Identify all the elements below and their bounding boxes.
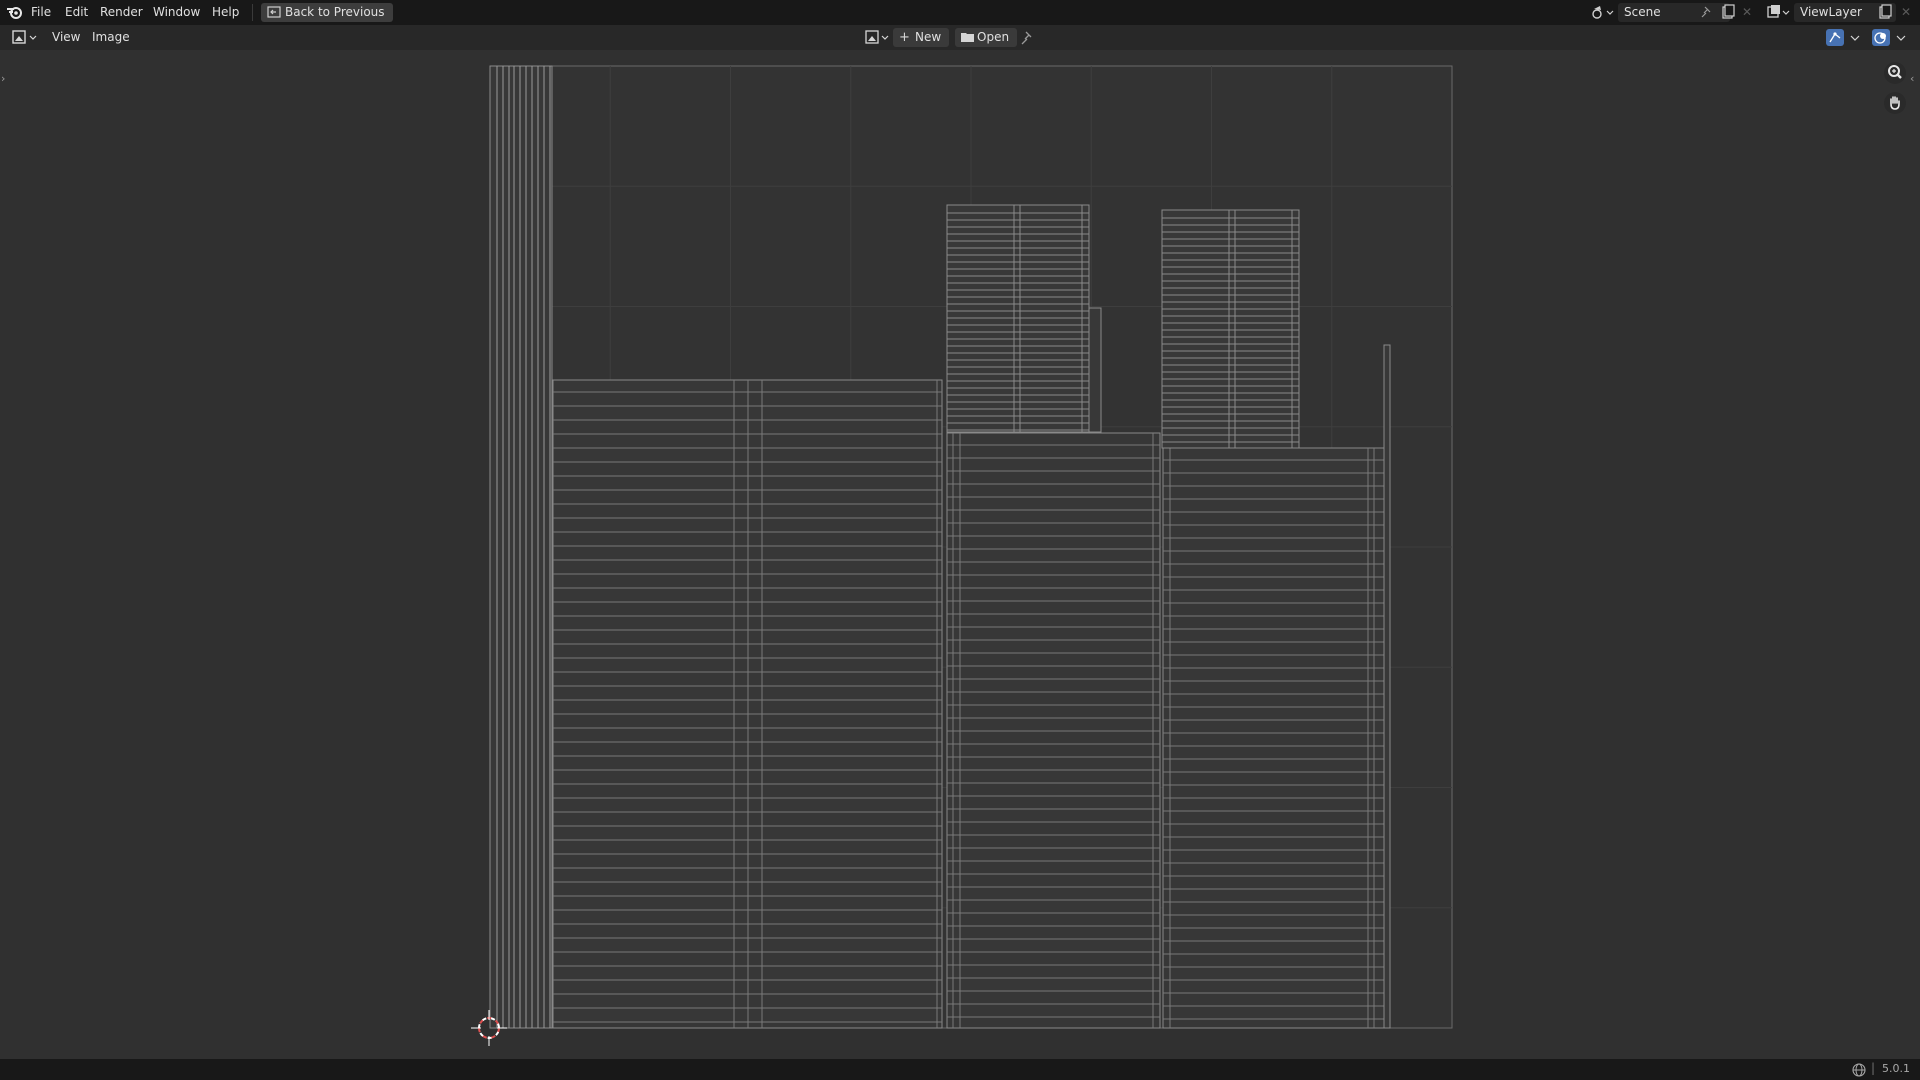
hand-icon[interactable]	[1884, 92, 1906, 114]
plus-icon: +	[899, 30, 910, 45]
menu-render[interactable]: Render	[100, 0, 143, 25]
open-image-button[interactable]: Open	[955, 28, 1018, 47]
zoom-icon[interactable]	[1884, 62, 1906, 84]
view-layer-browse-icon[interactable]	[1764, 3, 1792, 22]
scene-pin-icon[interactable]	[1700, 5, 1714, 19]
overlay-icon	[1874, 32, 1886, 44]
gizmo-icon	[1829, 32, 1841, 43]
uv-editor-viewport[interactable]: › ‹	[0, 50, 1920, 1059]
delete-view-layer-icon[interactable]: ✕	[1901, 5, 1911, 19]
view-layer-name: ViewLayer	[1800, 5, 1862, 19]
uv-island-left-strip	[489, 65, 553, 1029]
new-image-label: New	[915, 30, 942, 44]
uv-island-thin-right	[1383, 344, 1391, 1029]
status-separator: |	[1871, 1061, 1876, 1075]
topbar: File Edit Render Window Help Back to Pre…	[0, 0, 1920, 25]
version-label: 5.0.1	[1882, 1062, 1910, 1075]
overlay-toggle[interactable]	[1872, 29, 1890, 46]
scene-browse-icon[interactable]	[1588, 3, 1616, 22]
overlay-dropdown-icon[interactable]	[1894, 29, 1908, 46]
menu-separator	[252, 4, 253, 21]
blender-logo-icon[interactable]	[6, 3, 24, 21]
back-to-previous-button[interactable]: Back to Previous	[261, 3, 393, 22]
folder-icon	[961, 33, 974, 42]
new-image-button[interactable]: + New	[893, 28, 950, 47]
new-scene-icon[interactable]	[1720, 4, 1736, 20]
pin-icon[interactable]	[1020, 30, 1035, 45]
menu-view[interactable]: View	[52, 25, 80, 50]
menu-edit[interactable]: Edit	[65, 0, 88, 25]
gizmo-toggle[interactable]	[1826, 29, 1844, 46]
back-icon	[267, 6, 281, 18]
menu-window[interactable]: Window	[153, 0, 200, 25]
menu-file[interactable]: File	[31, 0, 51, 25]
back-to-previous-label: Back to Previous	[285, 5, 385, 19]
editor-header: View Image + New Open	[0, 25, 1920, 50]
menu-image[interactable]: Image	[92, 25, 130, 50]
network-icon[interactable]	[1852, 1063, 1866, 1077]
new-view-layer-icon[interactable]	[1877, 4, 1893, 20]
editor-type-icon[interactable]	[10, 29, 40, 46]
menu-help[interactable]: Help	[212, 0, 239, 25]
scene-name: Scene	[1624, 5, 1661, 19]
gizmo-dropdown-icon[interactable]	[1848, 29, 1862, 46]
image-browse-icon[interactable]	[864, 29, 892, 46]
open-image-label: Open	[977, 30, 1010, 44]
uv-canvas	[471, 65, 1453, 1046]
delete-scene-icon[interactable]: ✕	[1742, 5, 1752, 19]
status-bar: | 5.0.1	[0, 1059, 1920, 1080]
